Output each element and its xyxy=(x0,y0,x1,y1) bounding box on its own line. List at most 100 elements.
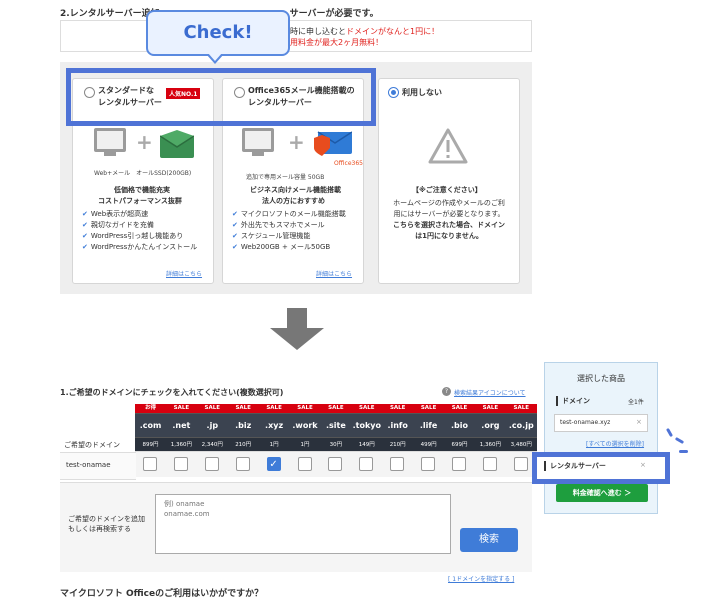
tld-price: 1,360円 xyxy=(165,437,197,451)
radio-none[interactable] xyxy=(388,87,399,98)
office365-label: Office365 xyxy=(334,160,363,167)
tld-checkbox[interactable] xyxy=(173,457,188,471)
tld-column: SALE .tokyo 149円 xyxy=(351,404,383,477)
sale-badge: SALE xyxy=(505,404,537,413)
sale-badge: SALE xyxy=(227,404,259,413)
tld-check-cell xyxy=(413,451,445,477)
remove-domain-icon[interactable]: × xyxy=(636,418,642,426)
add-domain-link[interactable]: [ 1ドメインを指定する ] xyxy=(448,574,514,583)
card2-icon-caption: 追加で専用メール容量 50GB xyxy=(246,174,325,181)
sparkle-icon xyxy=(665,427,674,438)
tld-column: SALE .life 499円 xyxy=(413,404,445,477)
tld-price: 30円 xyxy=(320,437,352,451)
tld-check-cell xyxy=(289,451,321,477)
card2-headline-1: ビジネス向けメール機能搭載 xyxy=(250,186,341,194)
tld-checkbox[interactable]: ✓ xyxy=(266,457,281,471)
tld-check-cell xyxy=(135,451,166,477)
card2-feature-list: ✔ マイクロソフトのメール機能搭載 ✔ 外出先でもスマホでメール ✔ スケジュール管理… xyxy=(232,209,346,253)
sale-badge: SALE xyxy=(474,404,506,413)
feature-item: ✔ スケジュール管理機能 xyxy=(232,232,311,240)
tld-price: 1円 xyxy=(258,437,290,451)
check-callout: Check! xyxy=(146,10,290,56)
down-arrow-icon xyxy=(287,308,307,330)
warning-icon xyxy=(428,128,468,168)
check-bubble-tail-inner xyxy=(208,53,222,61)
tld-check-cell xyxy=(196,451,228,477)
tld-name: .com xyxy=(135,413,166,437)
card2-headline-2: 法人の方におすすめ xyxy=(262,197,325,205)
clear-all-link[interactable]: [すべての選択を削除] xyxy=(586,439,644,448)
tld-checkbox[interactable] xyxy=(235,457,250,471)
sale-badge: SALE xyxy=(165,404,197,413)
tld-column: SALE .net 1,360円 xyxy=(165,404,197,477)
tld-checkbox[interactable] xyxy=(452,457,466,471)
feature-item: ✔ WordPress引っ越し機能あり xyxy=(82,232,184,240)
tld-column: SALE .info 210円 xyxy=(382,404,414,477)
details-link-office365[interactable]: 詳細はこちら xyxy=(316,269,352,278)
sale-badge: SALE xyxy=(320,404,352,413)
tld-name: .net xyxy=(165,413,197,437)
tld-price: 499円 xyxy=(413,437,445,451)
sale-badge: SALE xyxy=(382,404,414,413)
icon-help-link[interactable]: 検索結果アイコンについて xyxy=(454,388,526,397)
tld-checkbox[interactable] xyxy=(297,457,312,471)
tld-check-cell xyxy=(227,451,259,477)
feature-item: ✔ WordPressかんたんインストール xyxy=(82,243,198,251)
side-domain-heading: ドメイン xyxy=(556,396,590,406)
tld-column: お得 .com 899円 xyxy=(135,404,166,477)
sparkle-icon xyxy=(679,450,688,453)
tld-price: 210円 xyxy=(227,437,259,451)
tld-name: .biz xyxy=(227,413,259,437)
card1-headline-1: 低価格で機能充実 xyxy=(114,186,170,194)
feature-item: ✔ Web表示が超高速 xyxy=(82,210,149,218)
side-domain-count: 全1件 xyxy=(628,399,644,406)
sparkle-icon xyxy=(674,436,685,445)
office-question: マイクロソフト Officeのご利用はいかがですか？ xyxy=(60,589,264,599)
sale-badge: お得 xyxy=(135,404,166,413)
tld-name: .site xyxy=(320,413,352,437)
feature-item: ✔ 親切なガイドを充備 xyxy=(82,221,154,229)
tld-check-cell xyxy=(165,451,197,477)
remove-server-icon[interactable]: × xyxy=(640,461,646,469)
feature-item: ✔ マイクロソフトのメール機能搭載 xyxy=(232,210,346,218)
down-arrow-head xyxy=(270,328,324,350)
plan-card-none[interactable] xyxy=(378,78,520,284)
card1-feature-list: ✔ Web表示が超高速 ✔ 親切なガイドを充備 ✔ WordPress引っ越し機能あり… xyxy=(82,209,197,253)
search-button[interactable]: 検索 xyxy=(460,528,518,552)
help-icon[interactable]: ? xyxy=(442,387,451,396)
sale-badge: SALE xyxy=(351,404,383,413)
tld-column: SALE .site 30円 xyxy=(320,404,352,477)
add-domain-label: ご希望のドメインを追加 もしくは再検索する xyxy=(68,515,145,533)
tld-name: .life xyxy=(413,413,445,437)
tld-column: SALE .work 1円 xyxy=(289,404,321,477)
monitor-icon xyxy=(242,128,274,156)
tld-column: SALE .org 1,360円 xyxy=(474,404,506,477)
proceed-to-price-button[interactable]: 料金確認へ進む ＞ xyxy=(556,484,648,502)
tld-column: SALE .biz 210円 xyxy=(227,404,259,477)
tld-price: 699円 xyxy=(444,437,475,451)
details-link-standard[interactable]: 詳細はこちら xyxy=(166,269,202,278)
notice-text: ホームページの作成やメールのご利 用にはサーバーが必要となります。 こちらを選択… xyxy=(393,199,505,240)
domain-search-textarea[interactable] xyxy=(155,494,451,554)
tld-price: 210円 xyxy=(382,437,414,451)
feature-item: ✔ 外出先でもスマホでメール xyxy=(232,221,325,229)
tld-checkbox[interactable] xyxy=(421,457,436,471)
tld-check-cell xyxy=(351,451,383,477)
tld-column: SALE .jp 2,340円 xyxy=(196,404,228,477)
tld-checkbox[interactable] xyxy=(204,457,219,471)
sale-badge: SALE xyxy=(289,404,321,413)
side-server-item: レンタルサーバー xyxy=(544,461,606,471)
tld-price: 3,480円 xyxy=(505,437,537,451)
tld-checkbox[interactable] xyxy=(359,457,374,471)
tld-checkbox[interactable] xyxy=(513,457,528,471)
tld-checkbox[interactable] xyxy=(328,457,343,471)
card1-headline-2: コストパフォーマンス抜群 xyxy=(98,197,182,205)
tld-column: SALE .bio 699円 xyxy=(444,404,475,477)
tld-checkbox[interactable] xyxy=(482,457,497,471)
promo-line-1: 同時に申し込むとドメインがなんと1円に！ xyxy=(282,27,440,36)
sale-badge: SALE xyxy=(413,404,445,413)
domain-row-name: test-onamae xyxy=(66,461,111,469)
tld-name: .xyz xyxy=(258,413,290,437)
tld-checkbox[interactable] xyxy=(390,457,405,471)
tld-checkbox[interactable] xyxy=(143,457,157,471)
